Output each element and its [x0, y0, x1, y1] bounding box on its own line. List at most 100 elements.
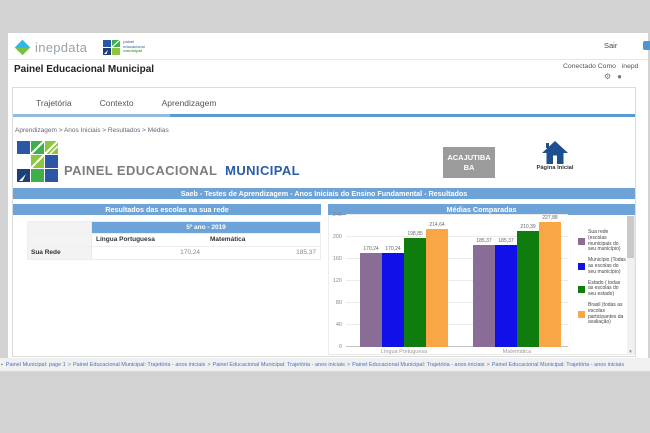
scrollbar[interactable]: ▼ — [627, 216, 634, 355]
legend-swatch — [578, 311, 585, 318]
chart-legend: Sua rede (escolas municipais do seu muni… — [578, 230, 626, 326]
table-corner-cell — [28, 222, 92, 233]
chart-bar[interactable]: 185,37 — [495, 245, 517, 347]
table-row: Sua Rede 170,24 185,37 — [28, 246, 320, 259]
home-button[interactable]: Página Inicial — [533, 141, 577, 171]
municipality-name: ACAJUTIBA — [447, 153, 490, 163]
municipality-uf: BA — [464, 163, 475, 173]
y-tick-label: 40 — [322, 322, 342, 328]
table-year-row: 5º ano - 2019 — [28, 222, 320, 233]
left-panel-header: Resultados das escolas na sua rede — [13, 204, 321, 215]
table-year-header: 5º ano - 2019 — [92, 222, 320, 233]
tab-underline — [170, 114, 635, 117]
municipality-button[interactable]: ACAJUTIBA BA — [443, 147, 495, 178]
inepdata-diamond-icon — [15, 39, 31, 55]
footer-link[interactable]: Painel Municipal: page 1 — [6, 362, 66, 368]
y-tick-label: 240 — [322, 212, 342, 218]
y-tick-label: 200 — [322, 234, 342, 240]
y-tick-label: 80 — [322, 300, 342, 306]
footer-page-icon: ▪ — [1, 362, 3, 368]
legend-swatch — [578, 263, 585, 270]
footer-pagination: ▪ Painel Municipal: page 1>Painel Educac… — [0, 358, 650, 372]
gear-icon[interactable]: ⚙ — [604, 72, 611, 81]
table-row-label: Sua Rede — [28, 247, 92, 259]
chart-bar[interactable]: 170,24 — [382, 253, 404, 347]
bar-value-label: 227,88 — [542, 215, 557, 221]
logout-icon[interactable] — [643, 41, 650, 50]
table-value-lp: 170,24 — [92, 247, 206, 259]
legend-item: Município (Todas as escolas do seu munic… — [578, 258, 626, 275]
footer-separator: > — [207, 362, 210, 368]
chart-bar[interactable]: 170,24 — [360, 253, 382, 347]
connected-status: Conectado Como inepd — [563, 63, 638, 70]
saeb-banner: Saeb - Testes de Aprendizagem - Anos Ini… — [13, 188, 635, 199]
scrollbar-thumb[interactable] — [627, 216, 634, 258]
chart-bar[interactable]: 210,39 — [517, 231, 539, 347]
chart-bar[interactable]: 227,88 — [539, 222, 561, 347]
bar-value-label: 210,39 — [520, 224, 535, 230]
hero-title: PAINEL EDUCACIONAL MUNICIPAL — [64, 163, 300, 178]
painel-mosaic-icon — [17, 141, 61, 183]
chart-bar[interactable]: 214,64 — [426, 229, 448, 347]
legend-item: Brasil (todas as escolas participantes d… — [578, 303, 626, 326]
legend-swatch — [578, 286, 585, 293]
footer-link[interactable]: Painel Educacional Municipal: Trajetória… — [352, 362, 484, 368]
y-tick-label: 160 — [322, 256, 342, 262]
y-tick-label: 120 — [322, 278, 342, 284]
legend-label: Brasil (todas as escolas participantes d… — [588, 303, 626, 326]
scrollbar-down-arrow-icon[interactable]: ▼ — [627, 348, 634, 355]
screen: inepdata painel educacional municipal Sa… — [0, 0, 650, 433]
footer-link[interactable]: Painel Educacional Municipal: Trajetória… — [213, 362, 345, 368]
legend-label: Sua rede (escolas municipais do seu muni… — [588, 230, 626, 253]
hero-title-blue: MUNICIPAL — [225, 163, 300, 178]
inepdata-brand: inepdata painel educacional municipal — [14, 38, 145, 56]
bar-value-label: 214,64 — [429, 222, 444, 228]
footer-separator: > — [68, 362, 71, 368]
logout-link[interactable]: Sair — [604, 41, 617, 50]
inepdata-logotype: inepdata — [35, 40, 87, 55]
painel-mini-mosaic-icon — [103, 40, 121, 55]
mini-logo-line: municipal — [123, 49, 144, 54]
bar-value-label: 170,24 — [385, 246, 400, 252]
chart-bar[interactable]: 185,37 — [473, 245, 495, 347]
bar-value-label: 185,37 — [498, 238, 513, 244]
bar-chart-plot: 04080120160200240170,24170,24198,85214,6… — [346, 215, 568, 347]
tab-trajetoria[interactable]: Trajetória — [36, 98, 72, 108]
y-tick-label: 0 — [322, 344, 342, 350]
tab-underline-active — [13, 114, 170, 117]
tab-contexto[interactable]: Contexto — [100, 98, 134, 108]
footer-links: Painel Municipal: page 1>Painel Educacio… — [4, 362, 626, 368]
painel-logo — [17, 141, 61, 188]
painel-mini-logo-text: painel educacional municipal — [123, 40, 144, 54]
header-divider — [8, 59, 648, 60]
legend-label: Município (Todas as escolas do seu munic… — [588, 258, 626, 275]
results-table: 5º ano - 2019 Língua Portuguesa Matemáti… — [27, 221, 321, 260]
chart-bar[interactable]: 198,85 — [404, 238, 426, 347]
bar-value-label: 170,24 — [363, 246, 378, 252]
table-col-lingua-portuguesa: Língua Portuguesa — [92, 234, 206, 246]
footer-separator: > — [347, 362, 350, 368]
bar-value-label: 198,85 — [407, 231, 422, 237]
footer-link[interactable]: Painel Educacional Municipal: Trajetória… — [73, 362, 205, 368]
x-axis-label: Língua Portuguesa — [358, 349, 450, 355]
breadcrumb: Aprendizagem > Anos Iniciais > Resultado… — [15, 127, 169, 134]
footer-link[interactable]: Painel Educacional Municipal: Trajetória… — [492, 362, 624, 368]
hero-title-gray: PAINEL EDUCACIONAL — [64, 163, 217, 178]
table-col-matematica: Matemática — [206, 234, 320, 246]
x-axis-label: Matemática — [471, 349, 563, 355]
table-value-mt: 185,37 — [206, 247, 320, 259]
bar-group: 185,37185,37210,39227,88 — [473, 222, 561, 347]
connected-label: Conectado Como — [563, 63, 616, 70]
tab-aprendizagem[interactable]: Aprendizagem — [162, 98, 217, 108]
legend-item: Estado ( todas as escolas do seu estado) — [578, 281, 626, 298]
table-empty-cell — [28, 234, 92, 246]
home-label: Página Inicial — [533, 165, 577, 171]
painel-mini-logo: painel educacional municipal — [103, 40, 144, 55]
page-title: Painel Educacional Municipal — [14, 64, 154, 75]
gridline — [346, 214, 568, 215]
user-icon[interactable]: ● — [617, 72, 622, 81]
home-icon — [542, 141, 568, 164]
legend-swatch — [578, 238, 585, 245]
legend-item: Sua rede (escolas municipais do seu muni… — [578, 230, 626, 253]
connected-user: inepd — [622, 63, 639, 70]
